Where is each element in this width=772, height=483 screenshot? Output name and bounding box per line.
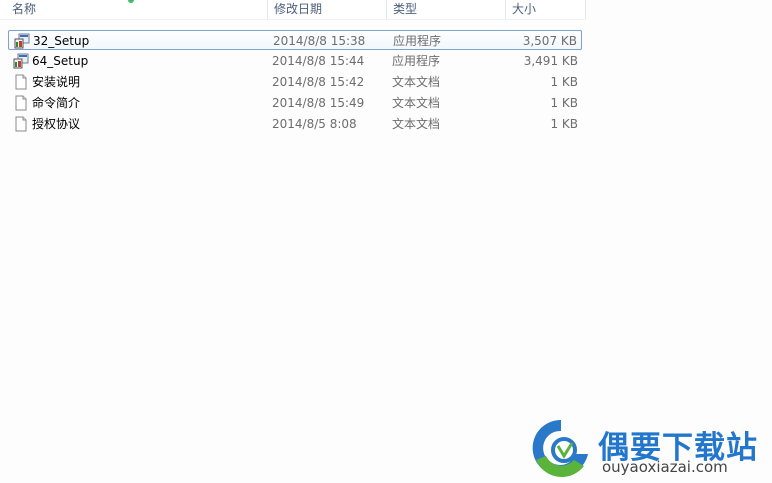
file-name: 命令简介 <box>32 96 81 110</box>
file-type: 文本文档 <box>392 75 441 89</box>
file-row[interactable]: 命令简介 2014/8/8 15:49 文本文档 1 KB <box>8 93 582 113</box>
file-size: 1 KB <box>550 75 578 89</box>
site-watermark: 偶要下载站 ouyaoxiazai.com <box>528 416 768 480</box>
column-divider[interactable] <box>585 0 586 20</box>
file-size: 3,507 KB <box>522 34 577 48</box>
file-type: 应用程序 <box>392 54 441 68</box>
text-document-icon <box>13 116 29 132</box>
watermark-url: ouyaoxiazai.com <box>602 458 728 476</box>
setup-exe-icon <box>14 33 30 49</box>
file-name: 32_Setup <box>33 34 90 48</box>
file-type: 文本文档 <box>392 117 441 131</box>
file-name: 授权协议 <box>32 117 81 131</box>
file-date: 2014/8/8 15:44 <box>272 54 365 68</box>
file-name: 64_Setup <box>32 54 89 68</box>
file-type: 文本文档 <box>392 96 441 110</box>
file-row[interactable]: 授权协议 2014/8/5 8:08 文本文档 1 KB <box>8 114 582 134</box>
text-document-icon <box>13 95 29 111</box>
file-type: 应用程序 <box>393 34 442 48</box>
file-date: 2014/8/8 15:49 <box>272 96 365 110</box>
column-header-type[interactable]: 类型 <box>387 0 505 20</box>
file-row[interactable]: 64_Setup 2014/8/8 15:44 应用程序 3,491 KB <box>8 51 582 71</box>
header-divider <box>0 19 586 20</box>
file-row[interactable]: 安装说明 2014/8/8 15:42 文本文档 1 KB <box>8 72 582 92</box>
text-document-icon <box>13 74 29 90</box>
file-name: 安装说明 <box>32 75 81 89</box>
file-size: 3,491 KB <box>523 54 578 68</box>
file-date: 2014/8/5 8:08 <box>272 117 357 131</box>
column-header-name[interactable]: 名称 <box>6 0 268 20</box>
file-date: 2014/8/8 15:38 <box>273 34 366 48</box>
file-size: 1 KB <box>550 96 578 110</box>
column-header-bar: 名称 修改日期 类型 大小 <box>0 0 586 20</box>
file-row[interactable]: 32_Setup 2014/8/8 15:38 应用程序 3,507 KB <box>8 30 582 50</box>
column-header-date[interactable]: 修改日期 <box>268 0 386 20</box>
setup-exe-icon <box>13 53 29 69</box>
site-logo-icon <box>528 416 594 483</box>
file-date: 2014/8/8 15:42 <box>272 75 365 89</box>
file-size: 1 KB <box>550 117 578 131</box>
column-header-size[interactable]: 大小 <box>506 0 586 20</box>
